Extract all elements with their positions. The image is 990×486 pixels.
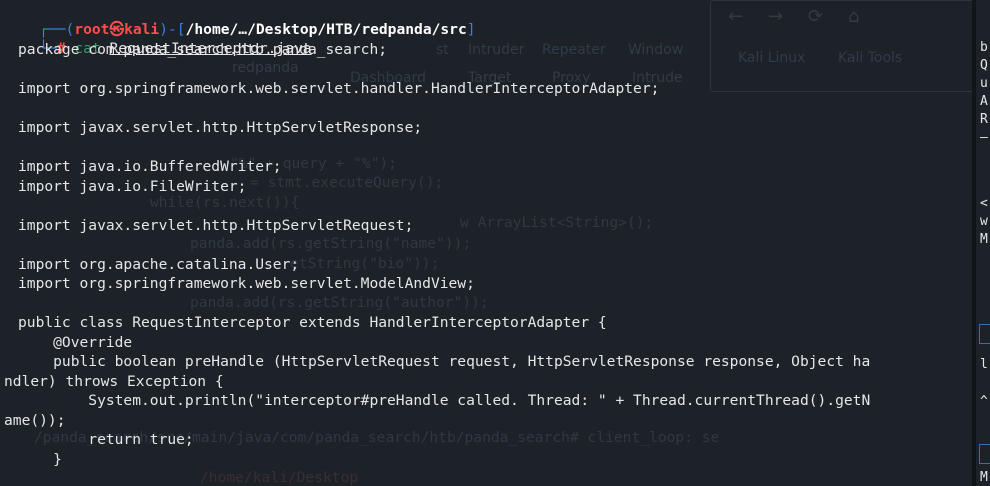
output-line: package com.panda_search.htb.panda_searc…	[18, 41, 388, 58]
terminal-output[interactable]: ┌──(root㉿kali)-[/home/…/Desktop/HTB/redp…	[0, 0, 972, 486]
right-pane-char: <	[980, 196, 988, 211]
output-line: import javax.servlet.http.HttpServletReq…	[18, 216, 414, 234]
prompt-line: ┌──(root㉿kali)-[/home/…/Desktop/HTB/redp…	[4, 1, 475, 38]
output-line: @Override	[18, 333, 133, 351]
right-pane-char: M	[980, 232, 988, 247]
right-pane-char: w	[980, 214, 988, 229]
output-line: import java.io.FileWriter;	[18, 177, 247, 195]
output-line: public boolean preHandle (HttpServletReq…	[18, 353, 871, 370]
right-pane-char: R	[980, 112, 988, 127]
command-line: └─# cat RequestInterceptor.java	[4, 20, 311, 57]
right-pane-char: l	[980, 357, 988, 372]
output-line: ame());	[4, 411, 66, 429]
right-pane-box	[979, 324, 990, 344]
output-line: import javax.servlet.http.HttpServletRes…	[18, 119, 423, 136]
output-line: import org.springframework.web.servlet.M…	[18, 275, 475, 292]
right-pane-char: A	[980, 94, 988, 109]
output-line: System.out.println("interceptor#preHandl…	[18, 392, 871, 409]
right-pane-char: —	[980, 130, 988, 145]
right-pane-box	[979, 444, 990, 464]
prompt-frame-close: ]	[466, 21, 476, 38]
output-line: return true;	[18, 431, 194, 448]
right-pane-char: b	[980, 40, 988, 55]
output-line: public class RequestInterceptor extends …	[18, 314, 607, 331]
right-pane-char: ^	[980, 394, 988, 409]
output-line: ndler) throws Exception {	[4, 372, 224, 390]
right-pane-char: Q	[980, 58, 988, 73]
right-pane-char: u	[980, 76, 988, 91]
output-line: import org.springframework.web.servlet.h…	[18, 80, 660, 97]
right-terminal-pane[interactable]: b Q u A R — < w M l ^ M	[976, 0, 990, 486]
right-pane-char: M	[980, 470, 988, 485]
output-line: import org.apache.catalina.User;	[18, 255, 300, 273]
output-line: import java.io.BufferedWriter;	[18, 158, 282, 175]
output-line: }	[18, 450, 62, 468]
